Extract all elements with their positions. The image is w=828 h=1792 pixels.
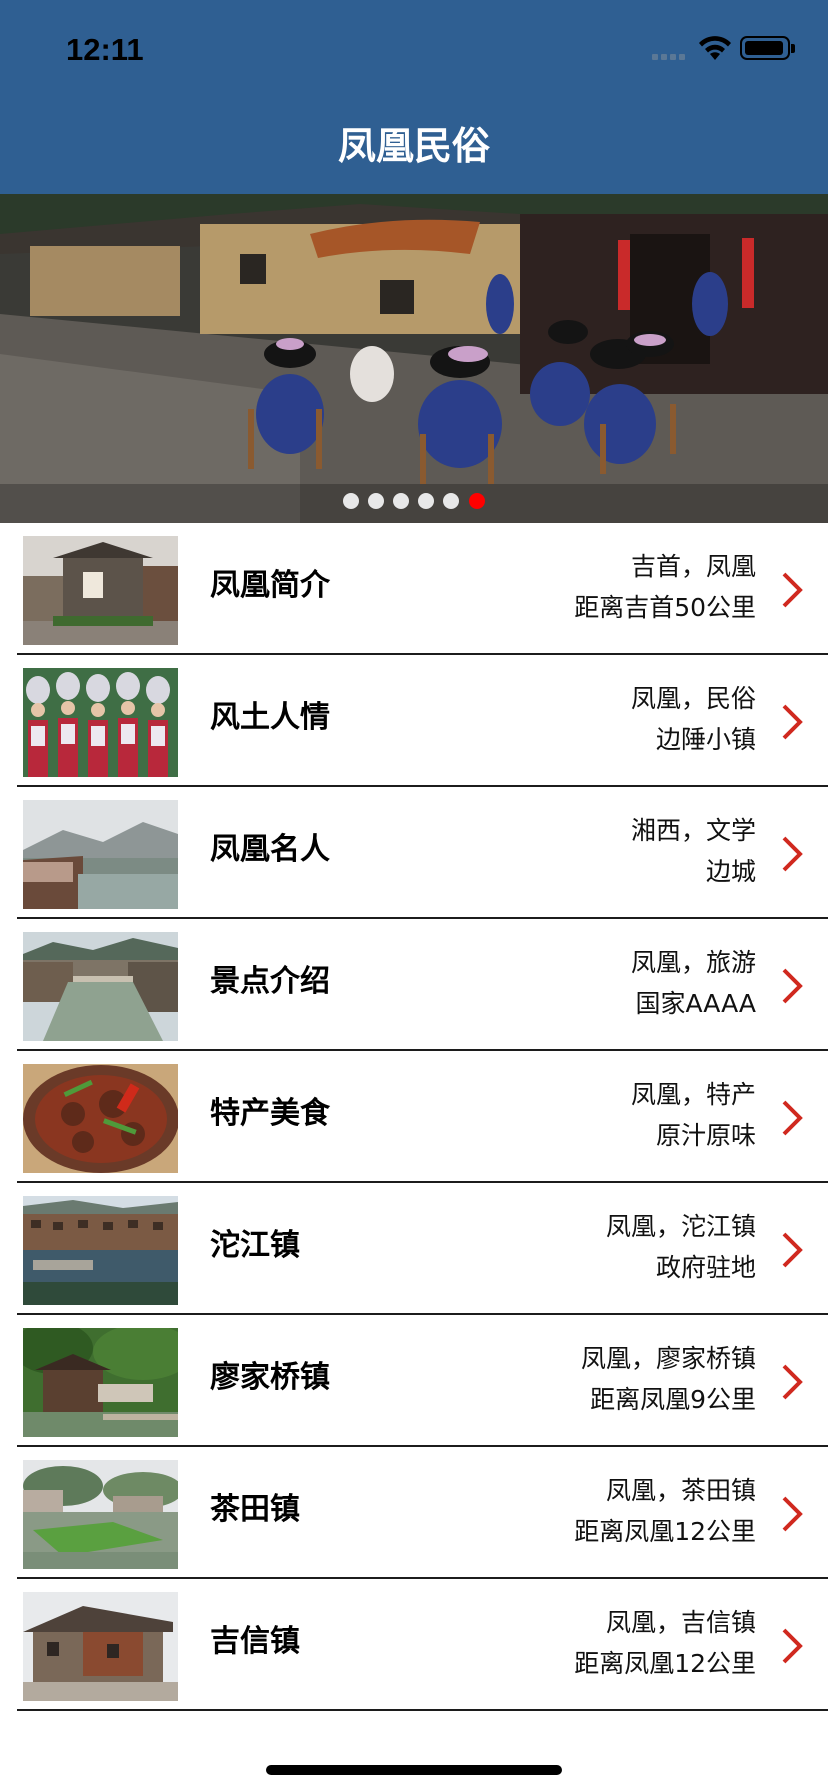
item-subtitle: 凤凰，特产 [630, 1080, 756, 1109]
item-subtitle: 凤凰，沱江镇 [605, 1212, 756, 1241]
item-title: 沱江镇 [210, 1228, 300, 1263]
list-item[interactable]: 茶田镇 凤凰，茶田镇 距离凤凰12公里 [0, 1447, 828, 1579]
list-item[interactable]: 廖家桥镇 凤凰，廖家桥镇 距离凤凰9公里 [0, 1315, 828, 1447]
chevron-right-icon [782, 1628, 803, 1664]
home-indicator[interactable] [266, 1765, 562, 1775]
carousel-dot[interactable] [343, 493, 359, 509]
chevron-right-icon [782, 704, 803, 740]
item-detail: 边城 [705, 857, 756, 886]
carousel-dot[interactable] [393, 493, 409, 509]
item-title: 风土人情 [210, 700, 330, 735]
banner-photo [0, 194, 828, 523]
list-item[interactable]: 凤凰简介 吉首，凤凰 距离吉首50公里 [0, 523, 828, 655]
item-title: 廖家桥镇 [210, 1360, 330, 1395]
battery-icon [740, 36, 795, 60]
item-subtitle: 凤凰，旅游 [630, 948, 756, 977]
page-title: 凤凰民俗 [337, 124, 490, 168]
item-subtitle: 湘西，文学 [630, 816, 756, 845]
item-subtitle: 凤凰，廖家桥镇 [580, 1344, 756, 1373]
item-detail: 国家AAAA [635, 989, 757, 1018]
list-item[interactable]: 特产美食 凤凰，特产 原汁原味 [0, 1051, 828, 1183]
carousel-page-indicator[interactable] [0, 493, 828, 509]
list-item[interactable]: 吉信镇 凤凰，吉信镇 距离凤凰12公里 [0, 1579, 828, 1711]
wifi-icon [699, 36, 731, 60]
thumbnail-image [23, 1196, 178, 1305]
item-detail: 距离凤凰12公里 [574, 1517, 756, 1546]
carousel-dot-active[interactable] [469, 493, 485, 509]
item-title: 凤凰名人 [210, 832, 330, 867]
chevron-right-icon [782, 572, 803, 608]
item-title: 特产美食 [210, 1096, 330, 1131]
chevron-right-icon [782, 1364, 803, 1400]
thumbnail-image [23, 932, 178, 1041]
carousel-dot[interactable] [368, 493, 384, 509]
item-detail: 距离凤凰9公里 [590, 1385, 756, 1414]
item-subtitle: 凤凰，茶田镇 [605, 1476, 756, 1505]
item-title: 茶田镇 [210, 1492, 300, 1527]
chevron-right-icon [782, 968, 803, 1004]
thumbnail-image [23, 668, 178, 777]
thumbnail-image [23, 536, 178, 645]
chevron-right-icon [782, 1232, 803, 1268]
item-subtitle: 凤凰，民俗 [630, 684, 756, 713]
item-title: 凤凰简介 [210, 568, 330, 603]
list-item[interactable]: 景点介绍 凤凰，旅游 国家AAAA [0, 919, 828, 1051]
thumbnail-image [23, 800, 178, 909]
chevron-right-icon [782, 1100, 803, 1136]
thumbnail-image [23, 1328, 178, 1437]
item-detail: 距离凤凰12公里 [574, 1649, 756, 1678]
list-item[interactable]: 风土人情 凤凰，民俗 边陲小镇 [0, 655, 828, 787]
item-detail: 原汁原味 [655, 1121, 756, 1150]
cellular-signal-icon [652, 54, 692, 60]
item-subtitle: 吉首，凤凰 [630, 552, 756, 581]
navigation-bar: 12:11 凤凰民俗 [0, 0, 828, 194]
carousel-dot[interactable] [443, 493, 459, 509]
thumbnail-image [23, 1064, 178, 1173]
thumbnail-image [23, 1460, 178, 1569]
item-title: 景点介绍 [210, 964, 330, 999]
item-detail: 距离吉首50公里 [574, 593, 756, 622]
banner-carousel[interactable] [0, 194, 828, 523]
item-detail: 政府驻地 [655, 1253, 756, 1282]
thumbnail-image [23, 1592, 178, 1701]
item-detail: 边陲小镇 [655, 725, 756, 754]
row-divider [17, 1709, 828, 1711]
list-item[interactable]: 凤凰名人 湘西，文学 边城 [0, 787, 828, 919]
carousel-dot[interactable] [418, 493, 434, 509]
status-time: 12:11 [66, 32, 144, 67]
chevron-right-icon [782, 1496, 803, 1532]
item-subtitle: 凤凰，吉信镇 [605, 1608, 756, 1637]
item-title: 吉信镇 [210, 1624, 300, 1659]
chevron-right-icon [782, 836, 803, 872]
list-item[interactable]: 沱江镇 凤凰，沱江镇 政府驻地 [0, 1183, 828, 1315]
